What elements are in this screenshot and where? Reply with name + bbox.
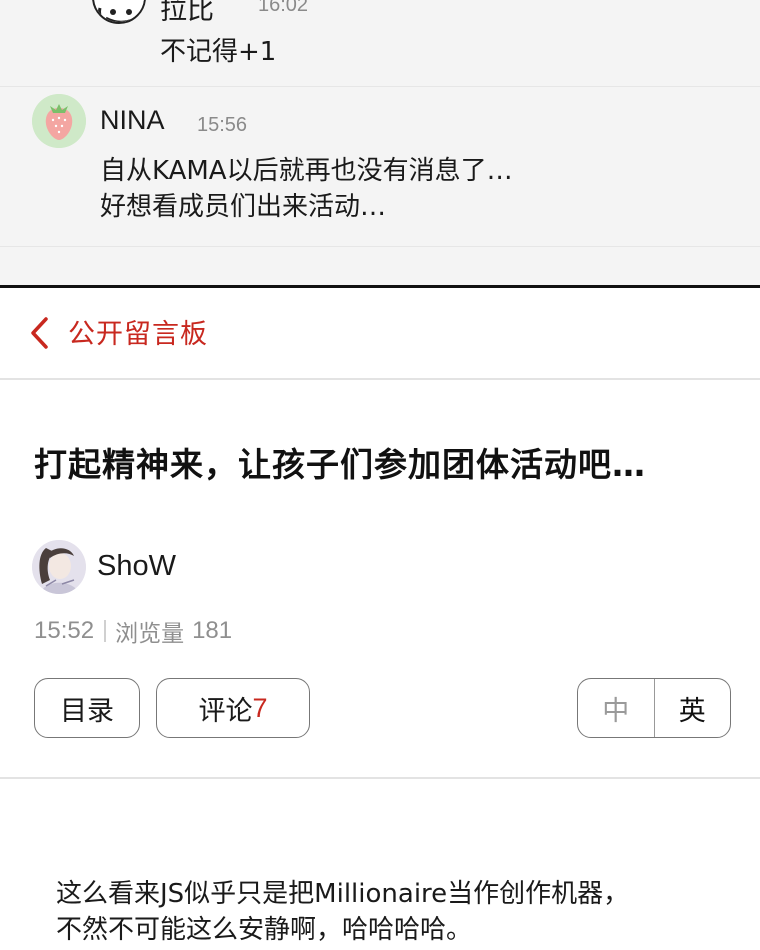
- post-time: 15:52: [34, 617, 95, 644]
- toc-button[interactable]: 目录: [34, 678, 140, 738]
- comment-author[interactable]: NINA: [100, 105, 165, 136]
- comment-text-line: 好想看成员们出来活动…: [100, 192, 387, 222]
- comments-count: 7: [252, 692, 268, 723]
- post-body-line: 这么看来JS似乎只是把Millionaire当作创作机器，: [56, 879, 630, 909]
- comment-text: 自从KAMA以后就再也没有消息了… 好想看成员们出来活动…: [100, 153, 513, 225]
- board-title[interactable]: 公开留言板: [68, 312, 208, 351]
- content-divider: [0, 777, 760, 779]
- language-option-en[interactable]: 英: [655, 679, 731, 737]
- post-title: 打起精神来，让孩子们参加团体活动吧…: [34, 445, 646, 484]
- chevron-left-icon[interactable]: [28, 316, 52, 350]
- comment-text-line: 自从KAMA以后就再也没有消息了…: [100, 156, 513, 186]
- cartoon-face-avatar-icon[interactable]: [92, 0, 146, 24]
- comment-item-partial: [0, 246, 760, 286]
- post-body: 这么看来JS似乎只是把Millionaire当作创作机器， 不然不可能这么安静啊…: [56, 876, 629, 948]
- language-option-zh[interactable]: 中: [578, 679, 655, 737]
- author-avatar-icon[interactable]: [32, 540, 86, 594]
- views-count: 181: [192, 617, 233, 644]
- comment-list: 拉比 16:02 不记得+1 NINA 15:56 自从KAMA以后就再也没有消…: [0, 0, 760, 286]
- author-name[interactable]: ShoW: [97, 550, 176, 583]
- board-header: 公开留言板: [0, 288, 760, 380]
- comments-button-label: 评论: [198, 695, 253, 727]
- comment-time: 15:56: [197, 114, 248, 136]
- comments-button[interactable]: 评论 7: [156, 678, 310, 738]
- comment-time: 16:02: [258, 0, 309, 16]
- post-meta: 15:52 浏览量 181: [34, 614, 232, 648]
- strawberry-avatar-icon[interactable]: [32, 94, 86, 148]
- meta-separator: [104, 620, 107, 642]
- comment-item: NINA 15:56 自从KAMA以后就再也没有消息了… 好想看成员们出来活动…: [0, 86, 760, 246]
- post-body-line: 不然不可能这么安静啊，哈哈哈哈。: [56, 915, 473, 945]
- comment-author[interactable]: 拉比: [160, 0, 214, 27]
- language-toggle: 中 英: [577, 678, 731, 738]
- comment-item: 拉比 16:02 不记得+1: [0, 0, 760, 86]
- comment-text: 不记得+1: [160, 37, 277, 67]
- views-label: 浏览量: [115, 621, 185, 647]
